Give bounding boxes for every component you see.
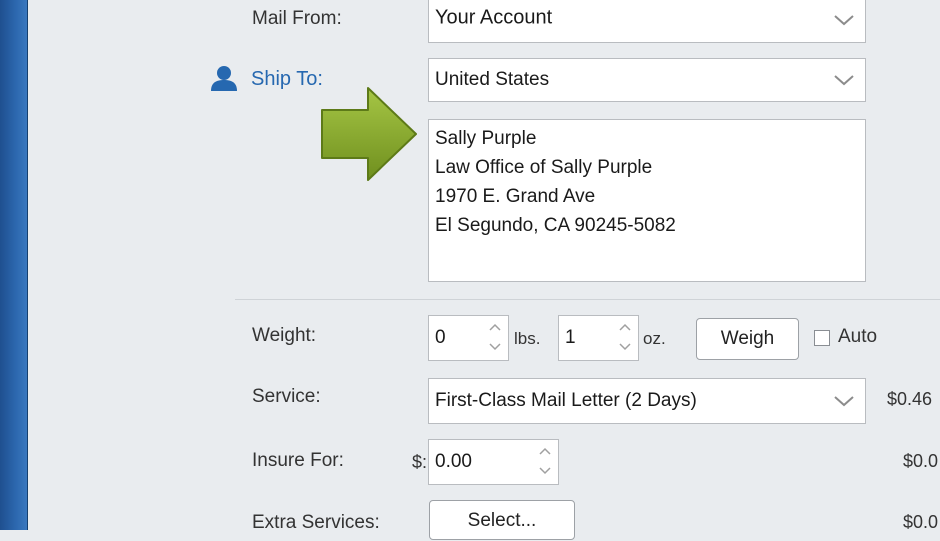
weight-label: Weight: (252, 325, 317, 346)
insure-currency-label: $: (412, 452, 428, 472)
weigh-button[interactable]: Weigh (696, 318, 799, 360)
service-select[interactable]: First-Class Mail Letter (2 Days) (428, 378, 866, 424)
chevron-down-icon (834, 396, 854, 407)
insure-price: $0.0 (903, 451, 939, 471)
address-line: Sally Purple (435, 128, 537, 149)
extra-services-select-button[interactable]: Select... (429, 500, 575, 540)
weight-oz-input[interactable]: 1 (558, 315, 639, 361)
extra-services-label: Extra Services: (252, 512, 380, 533)
service-value: First-Class Mail Letter (2 Days) (435, 390, 697, 411)
oz-unit-label: oz. (643, 329, 666, 348)
arrow-right-icon (321, 87, 417, 181)
chevron-down-icon (834, 14, 854, 25)
weight-oz-value: 1 (565, 327, 576, 348)
mail-from-select[interactable]: Your Account (428, 0, 866, 43)
ship-to-label: Ship To: (251, 68, 323, 90)
insure-for-value: 0.00 (435, 451, 472, 472)
address-line: Law Office of Sally Purple (435, 157, 653, 178)
stepper-arrows-icon[interactable] (618, 320, 632, 354)
left-sidebar-edge (0, 0, 28, 530)
service-price: $0.46 (887, 389, 933, 409)
ship-to-country-value: United States (435, 69, 550, 90)
weight-lbs-input[interactable]: 0 (428, 315, 509, 361)
insure-for-input[interactable]: 0.00 (428, 439, 559, 485)
insure-for-label: Insure For: (252, 450, 344, 471)
stepper-arrows-icon[interactable] (488, 320, 502, 354)
lbs-unit-label: lbs. (514, 329, 541, 348)
section-divider (235, 299, 940, 300)
auto-label: Auto (838, 326, 878, 347)
address-line: 1970 E. Grand Ave (435, 186, 596, 207)
service-label: Service: (252, 386, 321, 407)
weight-lbs-value: 0 (435, 327, 446, 348)
mail-from-label: Mail From: (252, 8, 342, 29)
address-line: El Segundo, CA 90245-5082 (435, 215, 676, 236)
person-icon (211, 66, 237, 91)
chevron-down-icon (834, 75, 854, 86)
mail-from-value: Your Account (435, 6, 553, 29)
ship-to-country-select[interactable]: United States (428, 58, 866, 102)
auto-checkbox[interactable] (814, 330, 830, 346)
stepper-arrows-icon[interactable] (538, 444, 552, 478)
ship-to-address-textarea[interactable]: Sally Purple Law Office of Sally Purple … (428, 119, 866, 282)
